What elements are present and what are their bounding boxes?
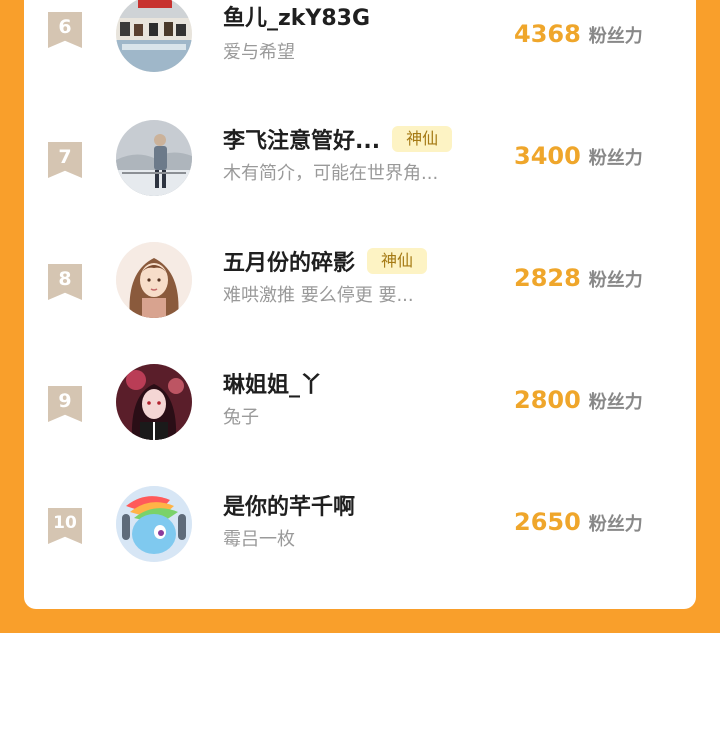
leaderboard-card: 6 鱼儿_zkY83G 爱与希望 4368 粉丝力 7 李飞注意管好... 神仙… (24, 0, 696, 609)
name-line: 鱼儿_zkY83G (223, 0, 370, 32)
fan-power-unit: 粉丝力 (588, 514, 643, 535)
fan-power: 3400 粉丝力 (514, 142, 643, 172)
name-line: 李飞注意管好... 神仙 (223, 123, 453, 155)
user-bio: 爱与希望 (223, 42, 295, 63)
leaderboard-row[interactable]: 8 五月份的碎影 神仙 难哄激推 要么停更 要... 2828 粉丝力 (24, 242, 696, 342)
fan-power-value: 2800 (514, 386, 581, 414)
leaderboard-row[interactable]: 9 琳姐姐_丫 兔子 2800 粉丝力 (24, 364, 696, 464)
user-avatar[interactable] (116, 120, 192, 196)
user-name[interactable]: 琳姐姐_丫 (223, 367, 322, 399)
fan-power-value: 2828 (514, 264, 581, 292)
fan-power: 2828 粉丝力 (514, 264, 643, 294)
fan-power-unit: 粉丝力 (588, 270, 643, 291)
user-bio: 霉吕一枚 (223, 529, 295, 550)
title-tag: 神仙 (367, 248, 428, 274)
user-bio: 难哄激推 要么停更 要... (223, 285, 414, 306)
fan-power: 4368 粉丝力 (514, 20, 643, 50)
user-name[interactable]: 李飞注意管好... (223, 123, 380, 155)
user-avatar[interactable] (116, 364, 192, 440)
user-bio: 木有简介，可能在世界角... (223, 163, 439, 184)
user-avatar[interactable] (116, 0, 192, 72)
user-name[interactable]: 鱼儿_zkY83G (223, 0, 370, 32)
user-avatar[interactable] (116, 486, 192, 562)
rank-badge: 9 (48, 386, 82, 422)
rank-badge: 10 (48, 508, 82, 544)
fan-power-unit: 粉丝力 (588, 392, 643, 413)
fan-power-unit: 粉丝力 (588, 148, 643, 169)
leaderboard-row[interactable]: 7 李飞注意管好... 神仙 木有简介，可能在世界角... 3400 粉丝力 (24, 120, 696, 220)
user-bio: 兔子 (223, 407, 259, 428)
rank-badge: 6 (48, 12, 82, 48)
fan-power-value: 3400 (514, 142, 581, 170)
user-avatar[interactable] (116, 242, 192, 318)
name-line: 五月份的碎影 神仙 (223, 245, 428, 277)
user-name[interactable]: 五月份的碎影 (223, 245, 355, 277)
rank-badge: 8 (48, 264, 82, 300)
fan-power: 2650 粉丝力 (514, 508, 643, 538)
fan-power-value: 4368 (514, 20, 581, 48)
fan-power: 2800 粉丝力 (514, 386, 643, 416)
user-name[interactable]: 是你的芊千啊 (223, 489, 355, 521)
fan-power-value: 2650 (514, 508, 581, 536)
leaderboard-row[interactable]: 6 鱼儿_zkY83G 爱与希望 4368 粉丝力 (24, 0, 696, 100)
title-tag: 神仙 (392, 126, 453, 152)
fan-power-unit: 粉丝力 (588, 26, 643, 47)
name-line: 琳姐姐_丫 (223, 367, 322, 399)
leaderboard-row[interactable]: 10 是你的芊千啊 霉吕一枚 2650 粉丝力 (24, 486, 696, 586)
rank-badge: 7 (48, 142, 82, 178)
name-line: 是你的芊千啊 (223, 489, 355, 521)
